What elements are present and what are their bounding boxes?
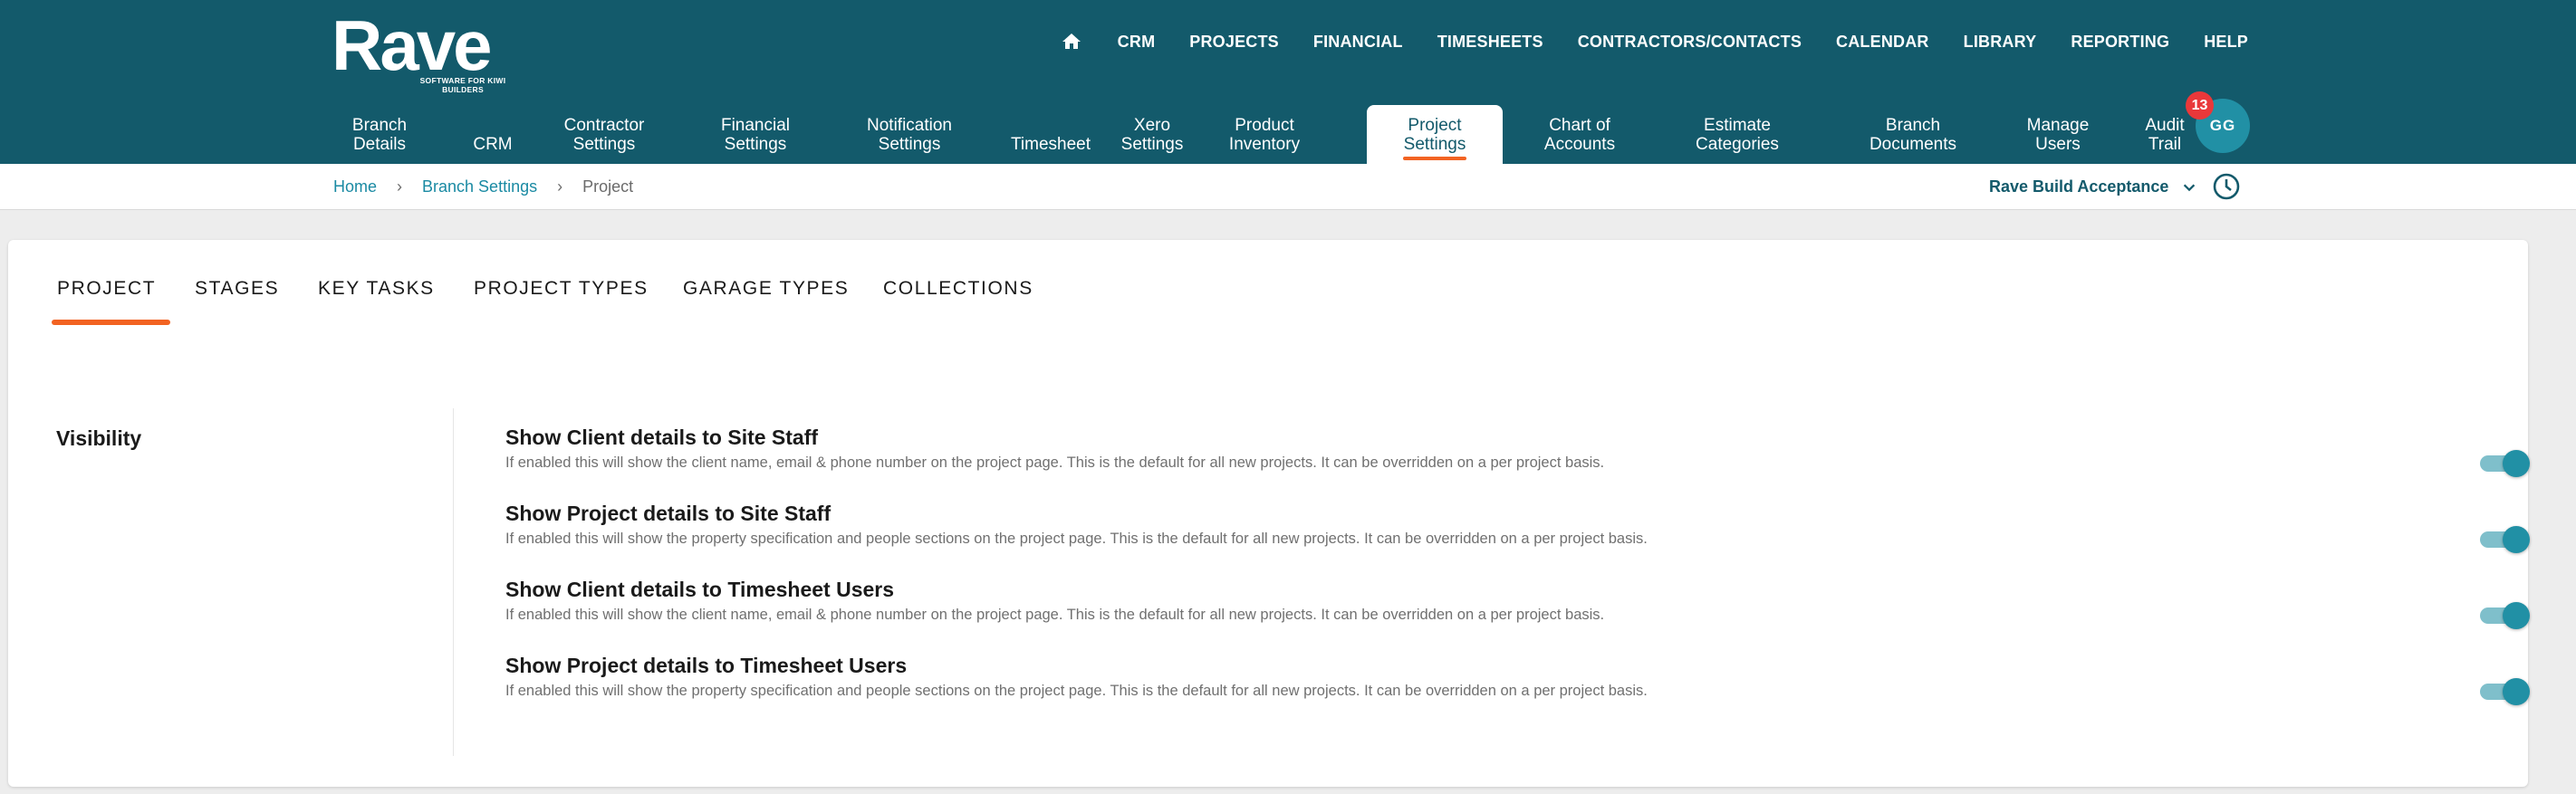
tab-garage-types[interactable]: GARAGE TYPES <box>683 278 849 329</box>
breadcrumb-branch-settings[interactable]: Branch Settings <box>422 177 537 196</box>
tab-key-tasks[interactable]: KEY TASKS <box>318 278 435 329</box>
toggle-switch[interactable] <box>2480 526 2531 553</box>
subnav-branch-documents[interactable]: Branch Documents <box>1859 105 1967 164</box>
subnav-notification-settings[interactable]: Notification Settings <box>846 105 973 164</box>
subnav-xero-settings[interactable]: Xero Settings <box>1112 105 1192 164</box>
setting-description: If enabled this will show the client nam… <box>505 454 1605 471</box>
nav-reporting[interactable]: REPORTING <box>2071 33 2169 52</box>
nav-calendar[interactable]: CALENDAR <box>1836 33 1929 52</box>
tab-stages[interactable]: STAGES <box>195 278 279 329</box>
breadcrumb-home[interactable]: Home <box>333 177 377 196</box>
setting-description: If enabled this will show the property s… <box>505 531 1648 547</box>
subnav-timesheet[interactable]: Timesheet <box>998 105 1103 164</box>
nav-help[interactable]: HELP <box>2204 33 2248 52</box>
project-settings-card: PROJECT STAGES KEY TASKS PROJECT TYPES G… <box>8 240 2530 787</box>
subnav-contractor-settings[interactable]: Contractor Settings <box>545 105 663 164</box>
logo-tagline: SOFTWARE FOR KIWI BUILDERS <box>419 76 506 94</box>
settings-tabs: PROJECT STAGES KEY TASKS PROJECT TYPES G… <box>8 240 1095 338</box>
setting-description: If enabled this will show the client nam… <box>505 607 1605 623</box>
setting-title: Show Project details to Site Staff <box>505 502 831 525</box>
subnav-crm[interactable]: CRM <box>458 105 527 164</box>
settings-subnav: Branch Details CRM Contractor Settings F… <box>332 105 2252 164</box>
toggle-switch[interactable] <box>2480 678 2531 705</box>
nav-contractors-contacts[interactable]: CONTRACTORS/CONTACTS <box>1578 33 1802 52</box>
top-header: Rave SOFTWARE FOR KIWI BUILDERS CRM PROJ… <box>0 0 2576 164</box>
setting-title: Show Client details to Site Staff <box>505 426 819 449</box>
tab-project-types[interactable]: PROJECT TYPES <box>474 278 649 329</box>
chevron-down-icon <box>2184 184 2196 191</box>
subnav-product-inventory[interactable]: Product Inventory <box>1212 105 1317 164</box>
breadcrumb-separator-icon: › <box>397 177 403 196</box>
setting-title: Show Client details to Timesheet Users <box>505 578 895 601</box>
nav-financial[interactable]: FINANCIAL <box>1313 33 1403 52</box>
home-icon[interactable] <box>1060 30 1083 53</box>
breadcrumb-current: Project <box>582 177 634 196</box>
toggle-switch[interactable] <box>2480 450 2531 477</box>
nav-crm[interactable]: CRM <box>1118 33 1156 52</box>
branch-selector-value: Rave Build Acceptance <box>1989 177 2169 196</box>
breadcrumb-separator-icon: › <box>557 177 563 196</box>
rave-logo[interactable]: Rave SOFTWARE FOR KIWI BUILDERS <box>332 7 513 94</box>
subnav-chart-of-accounts[interactable]: Chart of Accounts <box>1527 105 1632 164</box>
visibility-heading: Visibility <box>56 426 142 450</box>
subnav-estimate-categories[interactable]: Estimate Categories <box>1674 105 1801 164</box>
nav-projects[interactable]: PROJECTS <box>1189 33 1279 52</box>
toggle-switch[interactable] <box>2480 602 2531 629</box>
main-navigation: CRM PROJECTS FINANCIAL TIMESHEETS CONTRA… <box>1060 22 2248 62</box>
setting-client-details-site-staff: Show Client details to Site Staff If ena… <box>505 426 2530 498</box>
breadcrumb-bar: Home › Branch Settings › Project Rave Bu… <box>0 164 2576 210</box>
subnav-branch-details[interactable]: Branch Details <box>332 105 428 164</box>
tab-collections[interactable]: COLLECTIONS <box>883 278 1033 329</box>
subnav-project-settings[interactable]: Project Settings <box>1367 105 1503 164</box>
setting-title: Show Project details to Timesheet Users <box>505 654 908 677</box>
section-divider <box>453 408 454 756</box>
nav-timesheets[interactable]: TIMESHEETS <box>1437 33 1543 52</box>
branch-selector[interactable]: Rave Build Acceptance <box>1989 164 2197 210</box>
setting-description: If enabled this will show the property s… <box>505 683 1648 699</box>
logo-wordmark: Rave <box>332 5 492 85</box>
breadcrumb: Home › Branch Settings › Project <box>333 164 633 210</box>
subnav-audit-trail[interactable]: Audit Trail <box>2138 105 2192 164</box>
setting-project-details-site-staff: Show Project details to Site Staff If en… <box>505 502 2530 574</box>
history-clock-icon[interactable] <box>2212 172 2241 201</box>
subnav-manage-users[interactable]: Manage Users <box>2014 105 2101 164</box>
tab-project[interactable]: PROJECT <box>51 278 171 329</box>
setting-project-details-timesheet-users: Show Project details to Timesheet Users … <box>505 654 2530 726</box>
setting-client-details-timesheet-users: Show Client details to Timesheet Users I… <box>505 578 2530 650</box>
subnav-financial-settings[interactable]: Financial Settings <box>703 105 808 164</box>
nav-library[interactable]: LIBRARY <box>1964 33 2037 52</box>
notification-badge[interactable]: 13 <box>2186 91 2214 120</box>
